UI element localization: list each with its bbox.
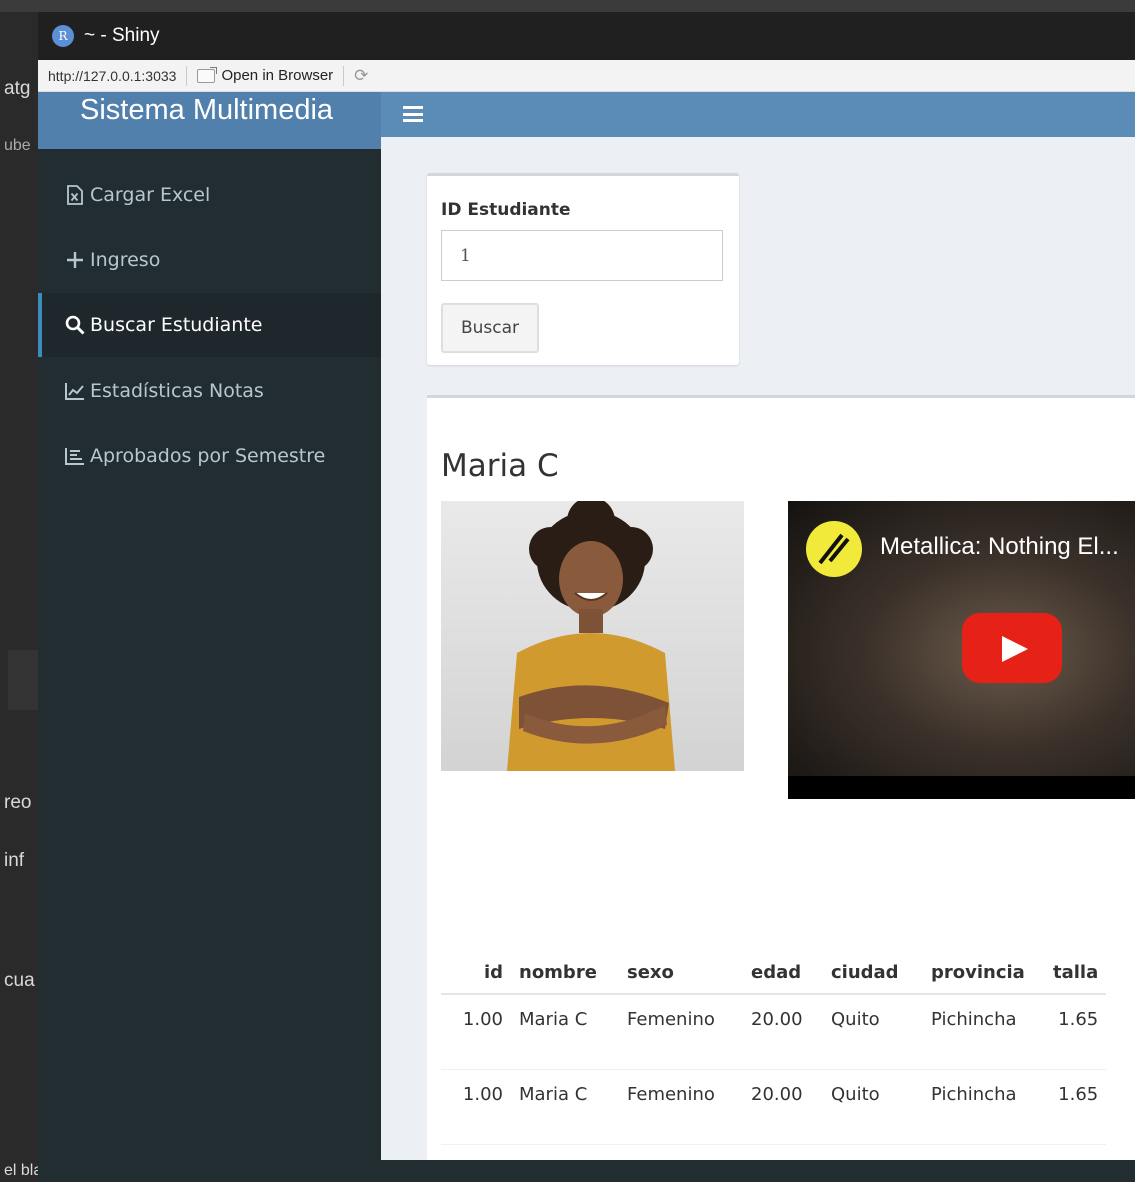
sidebar-item-aprobados-por-semestre[interactable]: Aprobados por Semestre <box>38 424 381 488</box>
table-cell: 1.65 <box>1045 993 1107 1069</box>
table-row: 1.00 Maria C Femenino 20.00 Quito Pichin… <box>441 993 1107 1069</box>
student-name-heading: Maria C <box>441 448 559 484</box>
table-cell: 1.65 <box>1045 1068 1107 1144</box>
youtube-video-embed[interactable]: Metallica: Nothing El... <box>788 501 1135 799</box>
sidebar-item-label: Estadísticas Notas <box>90 380 264 402</box>
column-header[interactable]: provincia <box>923 952 1045 995</box>
table-cell: Quito <box>823 1143 923 1160</box>
sidebar-item-label: Buscar Estudiante <box>90 314 263 336</box>
background-text: atg <box>4 78 31 99</box>
open-in-browser-button[interactable]: Open in Browser <box>221 67 333 84</box>
id-estudiante-label: ID Estudiante <box>441 200 571 220</box>
background-block <box>8 650 40 710</box>
main-content: ID Estudiante 1 Buscar Maria C Metallica… <box>381 137 1135 1160</box>
sidebar-toggle-icon[interactable] <box>400 102 426 126</box>
table-cell: 1.00 <box>441 1068 511 1144</box>
search-box: ID Estudiante 1 Buscar <box>427 173 739 365</box>
table-cell: Quito <box>823 1068 923 1144</box>
sidebar-item-label: Cargar Excel <box>90 184 211 206</box>
table-row: 1.00 Maria C Femenino 20.00 Quito Pichin… <box>441 1143 1107 1160</box>
search-icon <box>64 314 86 336</box>
table-cell: Maria C <box>511 1143 619 1160</box>
column-header[interactable]: id <box>441 952 511 995</box>
sidebar-item-cargar-excel[interactable]: Cargar Excel <box>38 163 381 227</box>
column-header[interactable]: nombre <box>511 952 619 995</box>
sidebar: Cargar Excel Ingreso Buscar Estudiante E… <box>38 149 381 1182</box>
column-header[interactable]: talla <box>1045 952 1107 995</box>
separator <box>343 65 345 86</box>
table-cell: 1.00 <box>441 1143 511 1160</box>
sidebar-item-label: Aprobados por Semestre <box>90 445 326 467</box>
background-text: ube <box>4 137 31 154</box>
sidebar-item-buscar-estudiante[interactable]: Buscar Estudiante <box>38 293 381 357</box>
table-cell: Femenino <box>619 1143 743 1160</box>
table-cell: Pichincha <box>923 993 1045 1069</box>
table-cell: 20.00 <box>743 1143 823 1160</box>
table-cell: Pichincha <box>923 1068 1045 1144</box>
table-header-row: id nombre sexo edad ciudad provincia tal… <box>441 952 1107 995</box>
file-excel-icon <box>64 184 86 206</box>
list-icon <box>64 445 86 467</box>
table-row: 1.00 Maria C Femenino 20.00 Quito Pichin… <box>441 1068 1107 1144</box>
video-title[interactable]: Metallica: Nothing El... <box>880 533 1119 561</box>
refresh-icon[interactable]: ⟳ <box>354 66 368 86</box>
sidebar-item-estadisticas-notas[interactable]: Estadísticas Notas <box>38 359 381 423</box>
background-tab-strip <box>0 0 1135 12</box>
student-table: id nombre sexo edad ciudad provincia tal… <box>441 952 1107 1160</box>
student-photo <box>441 501 744 771</box>
table-cell: Maria C <box>511 993 619 1069</box>
table-cell: Pichincha <box>923 1143 1045 1160</box>
separator <box>186 65 188 86</box>
play-icon[interactable] <box>962 613 1062 683</box>
background-browser-strip <box>0 0 40 1182</box>
table-cell: Femenino <box>619 1068 743 1144</box>
table-cell: Maria C <box>511 1068 619 1144</box>
address-bar: http://127.0.0.1:3033 Open in Browser ⟳ <box>38 60 1135 92</box>
column-header[interactable]: edad <box>743 952 823 995</box>
column-header[interactable]: sexo <box>619 952 743 995</box>
table-cell: 20.00 <box>743 1068 823 1144</box>
column-header[interactable]: ciudad <box>823 952 923 995</box>
background-text: cua <box>4 970 35 991</box>
brand-title: Sistema Multimedia <box>38 92 381 149</box>
buscar-button[interactable]: Buscar <box>441 303 539 353</box>
background-text: reo <box>4 792 32 813</box>
table-cell: Quito <box>823 993 923 1069</box>
url-text[interactable]: http://127.0.0.1:3033 <box>48 68 176 84</box>
window-title: ~ - Shiny <box>84 25 160 46</box>
result-box: Maria C Metallica: Nothing El... id nomb… <box>427 395 1135 1160</box>
channel-logo-icon[interactable] <box>806 521 862 577</box>
window-titlebar[interactable]: R ~ - Shiny <box>38 12 1135 60</box>
open-external-icon[interactable] <box>197 66 218 83</box>
sidebar-item-ingreso[interactable]: Ingreso <box>38 228 381 292</box>
plus-icon <box>64 249 86 271</box>
r-logo-icon: R <box>52 25 74 47</box>
table-cell: 1.00 <box>441 993 511 1069</box>
background-text: inf <box>4 850 25 871</box>
line-chart-icon <box>64 380 86 402</box>
table-cell: 20.00 <box>743 993 823 1069</box>
table-cell: 1.65 <box>1045 1143 1107 1160</box>
sidebar-item-label: Ingreso <box>90 249 161 271</box>
id-estudiante-input[interactable]: 1 <box>441 230 723 281</box>
table-cell: Femenino <box>619 993 743 1069</box>
